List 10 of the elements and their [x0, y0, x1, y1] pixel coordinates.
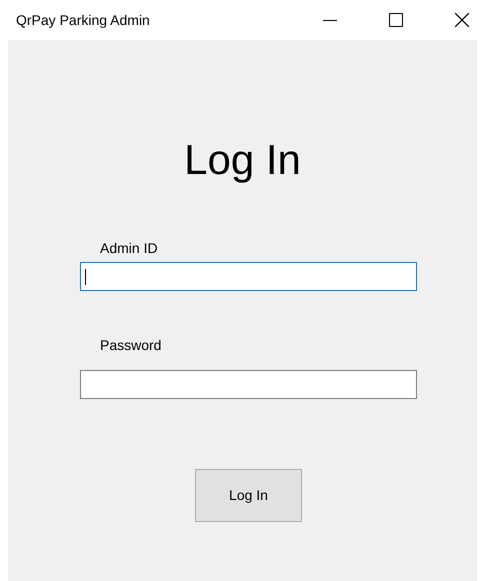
- input-field[interactable]: [80, 262, 417, 291]
- input-field[interactable]: [80, 370, 417, 399]
- form-heading: Log In: [184, 135, 301, 185]
- field-label: Password: [100, 336, 162, 355]
- close-icon[interactable]: [455, 13, 469, 27]
- maximize-icon[interactable]: [389, 13, 403, 27]
- field-label: Admin ID: [100, 239, 159, 258]
- window-title: QrPay Parking Admin: [16, 10, 150, 30]
- login-button[interactable]: Log In: [195, 469, 302, 522]
- text-cursor: [85, 268, 86, 284]
